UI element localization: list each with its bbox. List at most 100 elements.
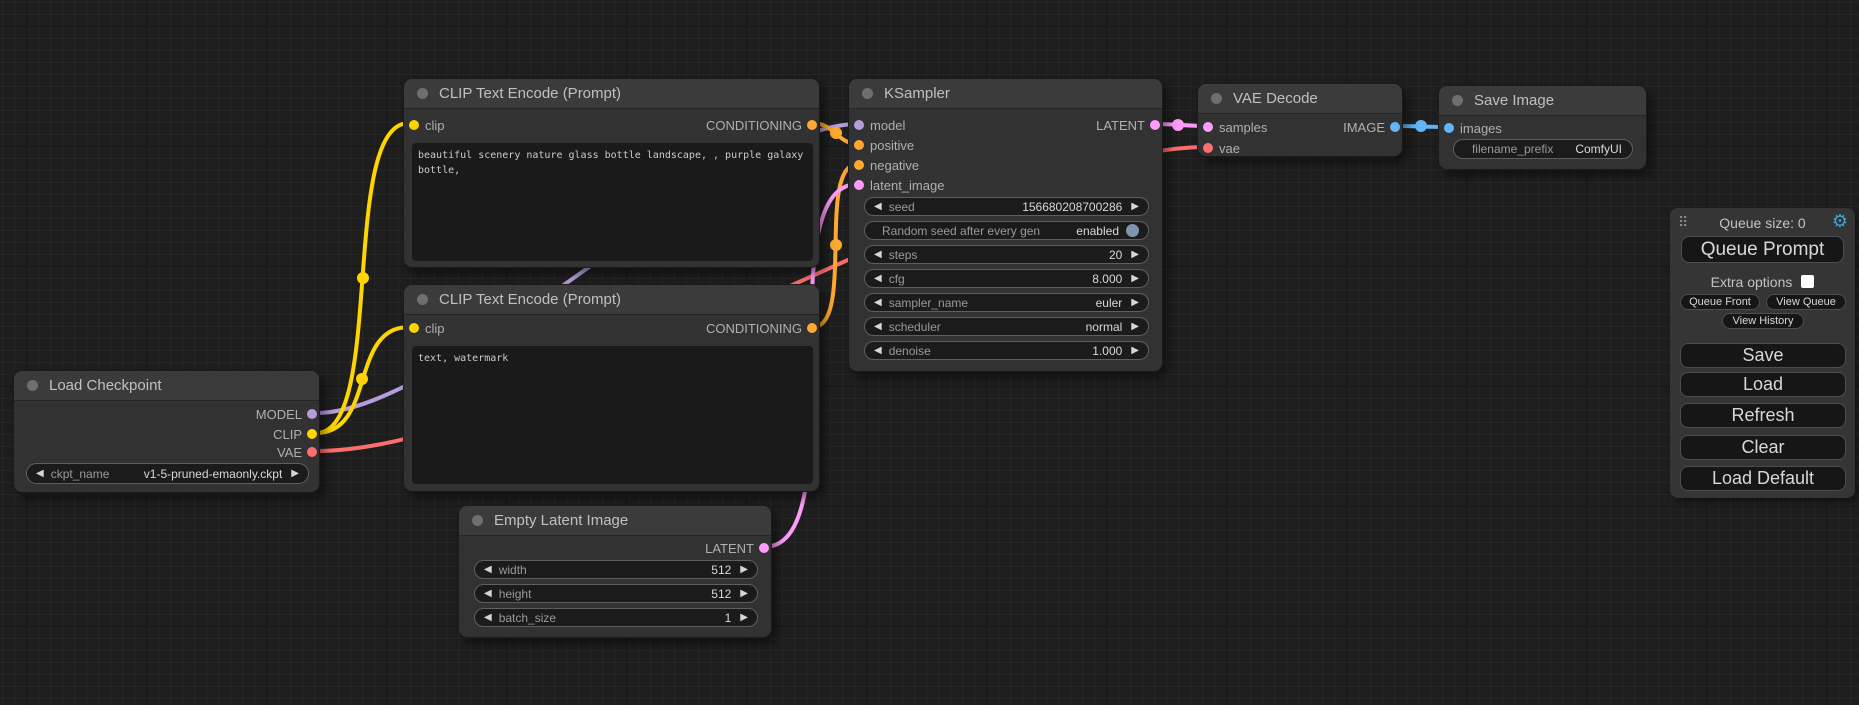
clear-button[interactable]: Clear xyxy=(1680,435,1846,460)
increment-arrow-icon[interactable]: ▶ xyxy=(1131,250,1139,260)
decrement-arrow-icon[interactable]: ◀ xyxy=(874,298,882,308)
decrement-arrow-icon[interactable]: ◀ xyxy=(874,346,882,356)
widget-seed[interactable]: ◀ seed 156680208700286 ▶ xyxy=(864,197,1149,216)
collapse-dot-icon[interactable] xyxy=(27,380,38,391)
collapse-dot-icon[interactable] xyxy=(472,515,483,526)
increment-arrow-icon[interactable]: ▶ xyxy=(1131,322,1139,332)
node-ksampler[interactable]: KSampler model positive negative latent_… xyxy=(848,78,1163,372)
node-header[interactable]: Load Checkpoint xyxy=(14,371,319,401)
link-dot-cond-1 xyxy=(830,127,842,139)
increment-arrow-icon[interactable]: ▶ xyxy=(1131,346,1139,356)
increment-arrow-icon[interactable]: ▶ xyxy=(1131,298,1139,308)
node-header[interactable]: CLIP Text Encode (Prompt) xyxy=(404,79,819,109)
widget-ckpt-name[interactable]: ◀ ckpt_name v1-5-pruned-emaonly.ckpt ▶ xyxy=(26,463,309,484)
node-header[interactable]: VAE Decode xyxy=(1198,84,1402,114)
widget-sampler-name[interactable]: ◀ sampler_name euler ▶ xyxy=(864,293,1149,312)
node-save-image[interactable]: Save Image images filename_prefix ComfyU… xyxy=(1438,85,1647,170)
collapse-dot-icon[interactable] xyxy=(1211,93,1222,104)
save-button[interactable]: Save xyxy=(1680,343,1846,368)
output-slot-conditioning: CONDITIONING xyxy=(404,115,819,135)
output-slot-vae: VAE xyxy=(14,442,319,462)
collapse-dot-icon[interactable] xyxy=(417,294,428,305)
output-slot-image: IMAGE xyxy=(1198,117,1402,137)
decrement-arrow-icon[interactable]: ◀ xyxy=(36,469,44,479)
decrement-arrow-icon[interactable]: ◀ xyxy=(874,322,882,332)
decrement-arrow-icon[interactable]: ◀ xyxy=(874,274,882,284)
widget-steps[interactable]: ◀ steps 20 ▶ xyxy=(864,245,1149,264)
output-port-model[interactable] xyxy=(307,409,317,419)
input-slot-latent-image: latent_image xyxy=(849,175,1162,195)
positive-prompt-textarea[interactable]: beautiful scenery nature glass bottle la… xyxy=(412,143,813,261)
view-history-button[interactable]: View History xyxy=(1722,313,1804,329)
output-slot-latent: LATENT xyxy=(849,115,1162,135)
settings-gear-icon[interactable]: ⚙ xyxy=(1832,211,1848,232)
output-port-image[interactable] xyxy=(1390,122,1400,132)
node-title: KSampler xyxy=(884,85,950,102)
increment-arrow-icon[interactable]: ▶ xyxy=(291,469,299,479)
node-empty-latent-image[interactable]: Empty Latent Image LATENT ◀ width 512 ▶ … xyxy=(458,505,772,638)
node-load-checkpoint[interactable]: Load Checkpoint MODEL CLIP VAE ◀ ckpt_na… xyxy=(13,370,320,493)
node-vae-decode[interactable]: VAE Decode samples vae IMAGE xyxy=(1197,83,1403,157)
negative-prompt-textarea[interactable]: text, watermark xyxy=(412,346,813,484)
increment-arrow-icon[interactable]: ▶ xyxy=(740,565,748,575)
widget-batch-size[interactable]: ◀ batch_size 1 ▶ xyxy=(474,608,758,627)
increment-arrow-icon[interactable]: ▶ xyxy=(1131,202,1139,212)
input-port-negative[interactable] xyxy=(854,160,864,170)
link-dot-latent xyxy=(1172,119,1184,131)
node-header[interactable]: Empty Latent Image xyxy=(459,506,771,536)
widget-scheduler[interactable]: ◀ scheduler normal ▶ xyxy=(864,317,1149,336)
queue-panel[interactable]: ⠿ Queue size: 0 ⚙ Queue Prompt Extra opt… xyxy=(1670,208,1855,498)
decrement-arrow-icon[interactable]: ◀ xyxy=(874,250,882,260)
load-default-button[interactable]: Load Default xyxy=(1680,466,1846,491)
output-port-conditioning[interactable] xyxy=(807,120,817,130)
node-header[interactable]: Save Image xyxy=(1439,86,1646,116)
widget-denoise[interactable]: ◀ denoise 1.000 ▶ xyxy=(864,341,1149,360)
toggle-knob[interactable] xyxy=(1126,224,1139,237)
output-port-latent[interactable] xyxy=(759,543,769,553)
node-title: Save Image xyxy=(1474,92,1554,109)
load-button[interactable]: Load xyxy=(1680,372,1846,397)
output-port-latent[interactable] xyxy=(1150,120,1160,130)
collapse-dot-icon[interactable] xyxy=(862,88,873,99)
node-graph-canvas[interactable]: Load Checkpoint MODEL CLIP VAE ◀ ckpt_na… xyxy=(0,0,1859,705)
queue-prompt-button[interactable]: Queue Prompt xyxy=(1681,236,1844,263)
node-header[interactable]: KSampler xyxy=(849,79,1162,109)
output-port-conditioning[interactable] xyxy=(807,323,817,333)
queue-front-button[interactable]: Queue Front xyxy=(1680,294,1760,310)
widget-height[interactable]: ◀ height 512 ▶ xyxy=(474,584,758,603)
input-port-latent-image[interactable] xyxy=(854,180,864,190)
link-dot-cond-2 xyxy=(830,239,842,251)
output-slot-conditioning: CONDITIONING xyxy=(404,318,819,338)
refresh-button[interactable]: Refresh xyxy=(1680,403,1846,428)
widget-cfg[interactable]: ◀ cfg 8.000 ▶ xyxy=(864,269,1149,288)
widget-width[interactable]: ◀ width 512 ▶ xyxy=(474,560,758,579)
input-slot-images: images xyxy=(1439,118,1646,138)
decrement-arrow-icon[interactable]: ◀ xyxy=(484,589,492,599)
node-header[interactable]: CLIP Text Encode (Prompt) xyxy=(404,285,819,315)
input-port-vae[interactable] xyxy=(1203,143,1213,153)
increment-arrow-icon[interactable]: ▶ xyxy=(740,589,748,599)
input-slot-vae: vae xyxy=(1198,138,1402,158)
view-queue-button[interactable]: View Queue xyxy=(1766,294,1846,310)
decrement-arrow-icon[interactable]: ◀ xyxy=(484,565,492,575)
node-clip-text-encode-positive[interactable]: CLIP Text Encode (Prompt) clip CONDITION… xyxy=(403,78,820,268)
output-port-clip[interactable] xyxy=(307,429,317,439)
link-dot-image xyxy=(1415,120,1427,132)
node-clip-text-encode-negative[interactable]: CLIP Text Encode (Prompt) clip CONDITION… xyxy=(403,284,820,492)
increment-arrow-icon[interactable]: ▶ xyxy=(1131,274,1139,284)
widget-random-seed-toggle[interactable]: Random seed after every gen enabled xyxy=(864,221,1149,240)
extra-options-checkbox[interactable] xyxy=(1801,275,1814,288)
decrement-arrow-icon[interactable]: ◀ xyxy=(484,613,492,623)
increment-arrow-icon[interactable]: ▶ xyxy=(740,613,748,623)
decrement-arrow-icon[interactable]: ◀ xyxy=(874,202,882,212)
collapse-dot-icon[interactable] xyxy=(1452,95,1463,106)
widget-filename-prefix[interactable]: filename_prefix ComfyUI xyxy=(1453,139,1633,159)
collapse-dot-icon[interactable] xyxy=(417,88,428,99)
extra-options-label: Extra options xyxy=(1711,274,1793,290)
output-port-vae[interactable] xyxy=(307,447,317,457)
link-dot-clip-1 xyxy=(357,272,369,284)
input-port-positive[interactable] xyxy=(854,140,864,150)
input-port-images[interactable] xyxy=(1444,123,1454,133)
node-title: Empty Latent Image xyxy=(494,512,628,529)
input-slot-negative: negative xyxy=(849,155,1162,175)
